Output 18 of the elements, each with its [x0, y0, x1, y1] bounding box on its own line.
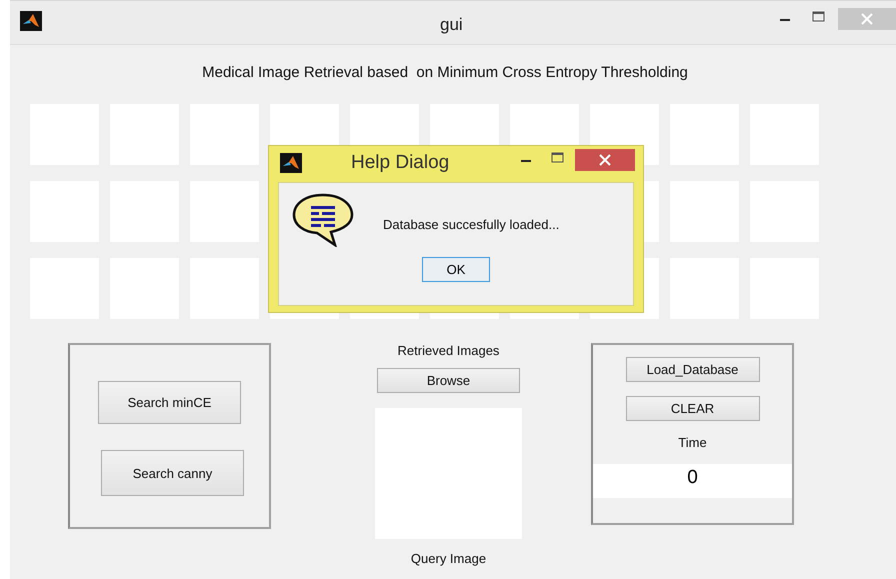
- search-button[interactable]: Search canny: [101, 450, 244, 496]
- window-title: gui: [440, 15, 463, 35]
- dialog-message: Database succesfully loaded...: [383, 216, 560, 232]
- heading-text: Medical Image Retrieval based on Minimum Cross Entropy Thresholding: [201, 64, 689, 81]
- action-button[interactable]: CLEAR: [626, 396, 760, 421]
- query-image-label: Query Image: [410, 551, 486, 566]
- close-icon[interactable]: [575, 149, 635, 171]
- action-button[interactable]: Load_Database: [626, 357, 760, 382]
- time-label: Time: [678, 435, 707, 450]
- app-logo-icon: [20, 11, 42, 31]
- time-value-field: 0: [593, 464, 792, 498]
- ok-button[interactable]: OK: [422, 257, 490, 282]
- dialog-title: Help Dialog: [351, 152, 450, 174]
- search-button[interactable]: Search minCE: [98, 381, 241, 424]
- retrieved-images-label: Retrieved Images: [398, 343, 500, 358]
- speech-bubble-icon: [291, 191, 355, 247]
- app-logo-icon: [280, 153, 302, 173]
- browse-button[interactable]: Browse: [377, 368, 520, 393]
